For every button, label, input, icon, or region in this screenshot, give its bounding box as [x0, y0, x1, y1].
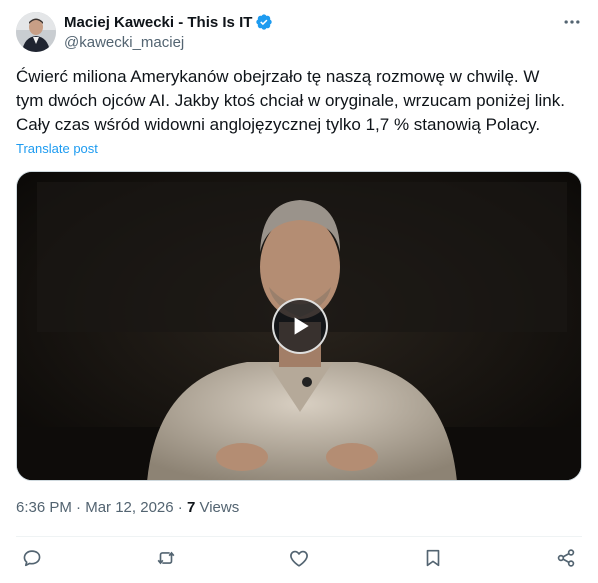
- post-text-line: Cały czas wśród widowni anglojęzycznej t…: [16, 115, 541, 134]
- play-icon: [294, 317, 309, 335]
- post-text-line: tym dwóch ojców AI. Jakby ktoś chciał w …: [16, 91, 565, 110]
- reply-button[interactable]: [20, 546, 44, 570]
- verified-badge-icon[interactable]: [255, 13, 273, 31]
- meta-separator: ·: [177, 499, 187, 516]
- more-icon: [564, 20, 580, 24]
- share-icon: [557, 549, 575, 567]
- bookmark-button[interactable]: [421, 546, 445, 570]
- post-date[interactable]: Mar 12, 2026: [85, 499, 173, 516]
- repost-button[interactable]: [154, 546, 178, 570]
- post-metadata: 6:36 PM · Mar 12, 2026 · 7 Views: [16, 499, 239, 516]
- author-name-row: Maciej Kawecki - This Is IT: [64, 12, 273, 32]
- repost-icon: [157, 551, 175, 565]
- meta-separator: ·: [76, 499, 86, 516]
- more-options-button[interactable]: [560, 10, 584, 34]
- post-time[interactable]: 6:36 PM: [16, 499, 72, 516]
- post-actions-bar: [0, 540, 598, 576]
- author-display-name[interactable]: Maciej Kawecki - This Is IT: [64, 14, 252, 31]
- divider: [16, 536, 582, 537]
- views-count: 7: [186, 499, 196, 516]
- avatar-image: [16, 12, 56, 52]
- reply-icon: [23, 550, 41, 567]
- views-label: Views: [199, 499, 240, 516]
- heart-icon: [290, 550, 308, 567]
- post-text-line: Ćwierć miliona Amerykanów obejrzało tę n…: [16, 67, 540, 86]
- post-text: Ćwierć miliona Amerykanów obejrzało tę n…: [16, 65, 586, 137]
- author-handle[interactable]: @kawecki_maciej: [64, 34, 184, 51]
- translate-post-link[interactable]: Translate post: [16, 141, 98, 156]
- video-player[interactable]: [16, 171, 582, 481]
- bookmark-icon: [426, 549, 440, 567]
- share-button[interactable]: [554, 546, 578, 570]
- post: Maciej Kawecki - This Is IT @kawecki_mac…: [0, 0, 598, 583]
- play-button[interactable]: [272, 298, 328, 354]
- like-button[interactable]: [287, 546, 311, 570]
- avatar[interactable]: [16, 12, 56, 52]
